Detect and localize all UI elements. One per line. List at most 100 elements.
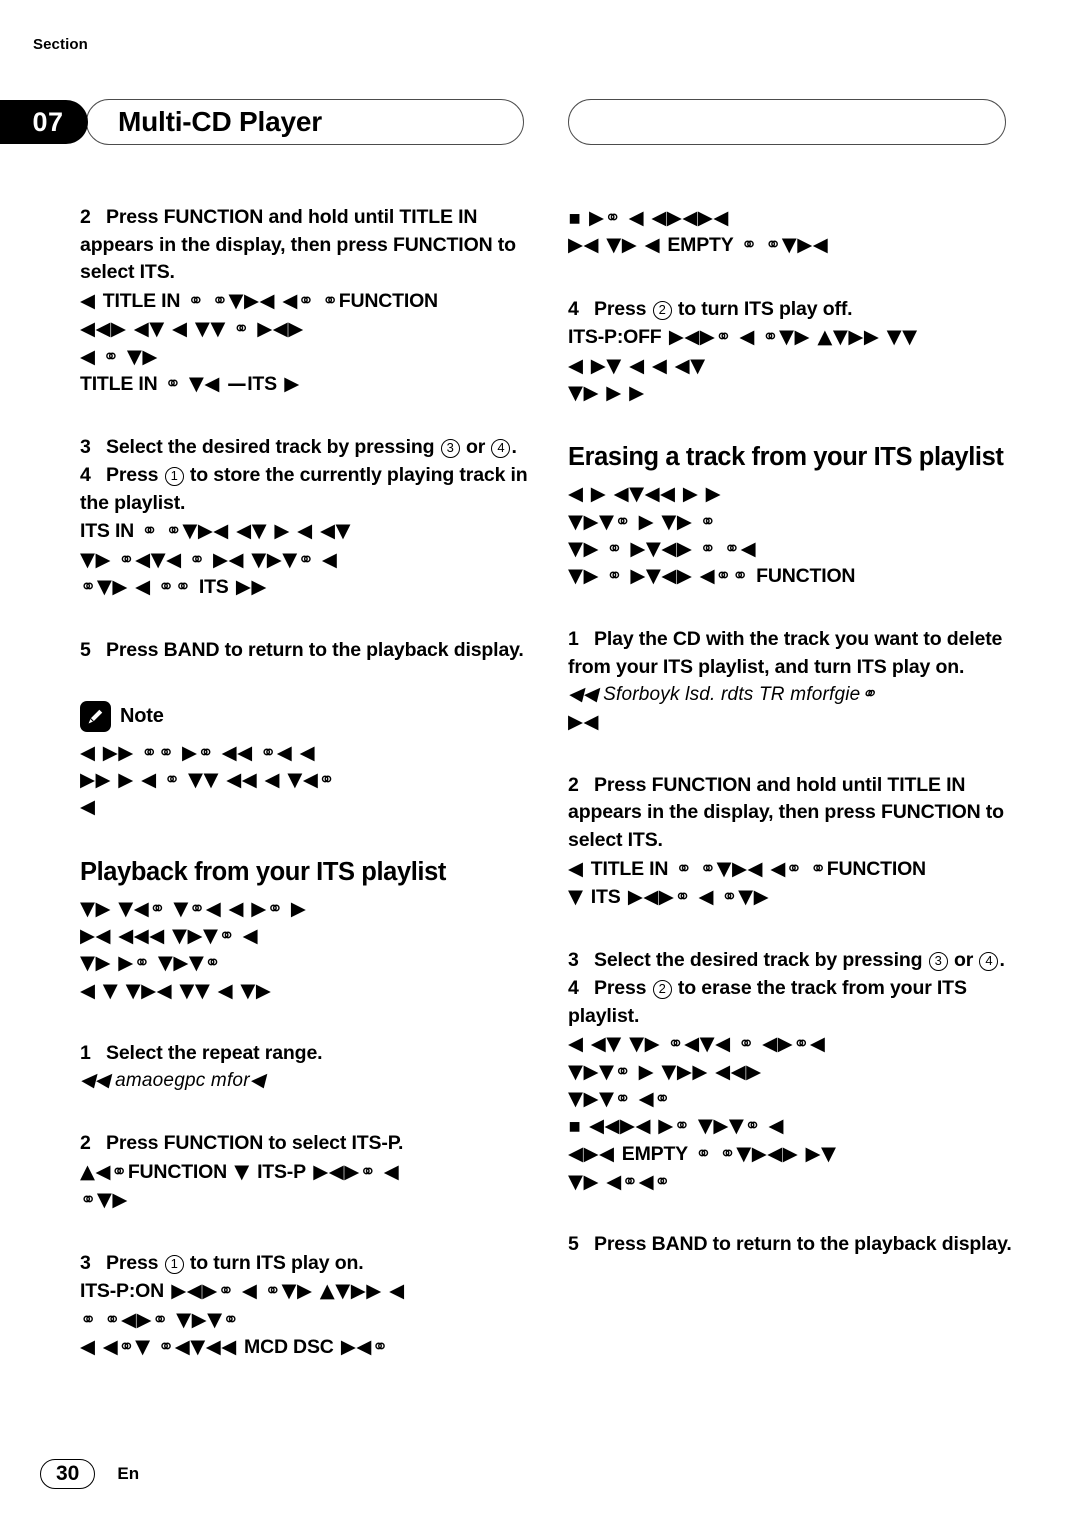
glyph-line: ▼▶▼⚭ ▶ ▼▶▶ ◀◀▶: [568, 1059, 762, 1083]
instruction-step: 3 Select the desired track by pressing 3 …: [568, 947, 1020, 975]
note-label: Note: [120, 704, 164, 727]
circled-number: 4: [979, 952, 999, 972]
glyph-line: ▶◀ ▼▶ ◀ EMPTY ⚭ ⚭▼▶◀: [568, 233, 829, 257]
instruction-step: 5 Press BAND to return to the playback di…: [568, 1231, 1020, 1259]
page-header: Section 07 Multi-CD Player: [0, 36, 1080, 145]
glyph-line: ▪ ▶⚭ ◀ ◀▶◀▶◀: [568, 206, 729, 229]
step-number: 3: [80, 436, 91, 459]
corrupted-glyph-block: ◀ TITLE IN ⚭ ⚭▼▶◀ ◀⚭ ⚭FUNCTION ◀◀▶ ◀▼ ◀ ▼…: [80, 287, 532, 398]
step-number: 4: [80, 463, 91, 486]
glyph-line: ◀ ▶ ◀▼◀◀ ▶ ▶: [568, 482, 722, 506]
instruction-step: 3 Select the desired track by pressing 3 …: [80, 434, 532, 462]
glyph-line: ▼▶ ◀⚭◀⚭: [568, 1169, 671, 1193]
corrupted-glyph-block: ITS-P:ON ▶◀▶⚭ ◀ ⚭▼▶ ▲▼▶▶ ◀ ⚭ ⚭◀▶⚭ ▼▶▼⚭ ◀ ◀…: [80, 1277, 532, 1361]
step-number: 2: [80, 206, 91, 228]
right-empty-pill: [568, 99, 1006, 145]
step-number: 1: [80, 1042, 91, 1065]
glyph-line: ▲◀⚭FUNCTION ▼ ITS-P ▶◀▶⚭ ◀: [80, 1160, 400, 1184]
step-number: 2: [80, 1132, 91, 1155]
step-number: 3: [568, 949, 579, 972]
glyph-line: ▶▶ ▶ ◀ ⚭ ▼▼ ◀◀ ◀ ▼◀⚭: [80, 768, 336, 792]
note-callout: Note: [80, 700, 532, 732]
step-text: Select the repeat range.: [106, 1042, 323, 1065]
italic-caption: ◀◀ Sforboyk lsd. rdts TR mforfgie⚭: [568, 683, 877, 705]
circled-number: 2: [652, 300, 672, 320]
section-number: 07: [32, 106, 64, 137]
corrupted-glyph-block: ▶◀: [568, 708, 1020, 735]
step-text: Press 2 to erase the track from your ITS…: [568, 977, 967, 1027]
instruction-step: 2 Press FUNCTION to select ITS-P.: [80, 1130, 532, 1158]
step-number: 3: [80, 1251, 91, 1274]
pencil-icon: [80, 700, 111, 732]
corrupted-glyph-block: ◀ ▶▶ ⚭⚭ ▶⚭ ◀◀ ⚭◀ ◀ ▶▶ ▶ ◀ ⚭ ▼▼ ◀◀ ◀ ▼◀⚭ ◀: [80, 739, 532, 821]
italic-caption: ◀◀ amaoegpc mfor◀: [80, 1069, 265, 1091]
glyph-line: ▼▶ ⚭ ▶▼◀▶ ⚭ ⚭◀: [568, 536, 757, 560]
glyph-line: ⚭▼▶: [80, 1188, 128, 1212]
glyph-line: ◀◀▶ ◀▼ ◀ ▼▼ ⚭ ▶◀▶: [80, 317, 304, 341]
page-number: 30: [40, 1459, 96, 1490]
glyph-line: ▼▶ ▶ ▶: [568, 380, 645, 404]
circled-number: 2: [652, 980, 672, 1000]
corrupted-glyph-block: ◀ ◀▼ ▼▶ ⚭◀▼◀ ⚭ ◀▶⚭◀ ▼▶▼⚭ ▶ ▼▶▶ ◀◀▶ ▼▶▼⚭ …: [568, 1030, 1020, 1195]
section-number-tab: 07: [0, 100, 88, 144]
instruction-step: 2 Press FUNCTION and hold until TITLE IN …: [568, 772, 1020, 855]
glyph-line: ITS-P:OFF ▶◀▶⚭ ◀ ⚭▼▶ ▲▼▶▶ ▼▼: [568, 325, 918, 349]
step-text: Select the desired track by pressing 3 o…: [106, 436, 517, 459]
circled-number: 3: [928, 952, 948, 972]
glyph-line: ▶◀: [568, 710, 599, 734]
left-column: 2 Press FUNCTION and hold until TITLE IN …: [80, 204, 532, 1361]
step-number: 2: [568, 773, 579, 796]
glyph-line: ▶◀ ◀◀◀ ▼▶▼⚭ ◀: [80, 924, 259, 948]
glyph-line: ▼▶▼⚭ ▶ ▼▶ ⚭: [568, 509, 717, 533]
glyph-line: ITS IN ⚭ ⚭▼▶◀ ◀▼ ▶ ◀ ◀▼: [80, 519, 351, 543]
page-footer: 30 En: [40, 1459, 140, 1490]
corrupted-glyph-block: ◀ TITLE IN ⚭ ⚭▼▶◀ ◀⚭ ⚭FUNCTION ▼ ITS ▶◀▶⚭…: [568, 855, 1020, 912]
glyph-line: TITLE IN ⚭ ▼◀ —ITS ▶: [80, 371, 300, 395]
glyph-line: ▼▶ ▼◀⚭ ▼⚭◀ ◀ ▶⚭ ▶: [80, 896, 307, 920]
step-text: Press BAND to return to the playback dis…: [594, 1233, 1012, 1256]
glyph-line: ITS-P:ON ▶◀▶⚭ ◀ ⚭▼▶ ▲▼▶▶ ◀: [80, 1279, 405, 1303]
instruction-step: 2 Press FUNCTION and hold until TITLE IN …: [80, 204, 532, 287]
corrupted-glyph-block: ▲◀⚭FUNCTION ▼ ITS-P ▶◀▶⚭ ◀ ⚭▼▶: [80, 1158, 532, 1214]
step-text: Play the CD with the track you want to d…: [568, 628, 1003, 679]
manual-page: Section 07 Multi-CD Player 2 Press FUNCTI…: [0, 0, 1080, 1529]
step-number: 4: [568, 977, 579, 1000]
step-text: Press 1 to store the currently playing t…: [80, 463, 528, 514]
section-heading: Erasing a track from your ITS playlist: [568, 443, 1004, 472]
glyph-line: ◀ ▶▼ ◀ ◀ ◀▼: [568, 353, 706, 377]
step-text: Press FUNCTION to select ITS-P.: [106, 1132, 404, 1155]
step-number: 5: [568, 1233, 579, 1256]
glyph-line: ▼▶ ▶⚭ ▼▶▼⚭: [80, 951, 222, 975]
step-text: Press 1 to turn ITS play on.: [106, 1251, 364, 1274]
instruction-step: 3 Press 1 to turn ITS play on.: [80, 1250, 532, 1278]
corrupted-glyph-block: ITS-P:OFF ▶◀▶⚭ ◀ ⚭▼▶ ▲▼▶▶ ▼▼ ◀ ▶▼ ◀ ◀ ◀▼ ▼…: [568, 323, 1020, 406]
circled-number: 1: [164, 1254, 184, 1274]
circled-number: 3: [440, 439, 460, 459]
glyph-line: ◀ ⚭ ▼▶: [80, 344, 158, 368]
glyph-line: ◀ TITLE IN ⚭ ⚭▼▶◀ ◀⚭ ⚭FUNCTION: [80, 289, 438, 313]
corrupted-glyph-block: ▼▶ ▼◀⚭ ▼⚭◀ ◀ ▶⚭ ▶ ▶◀ ◀◀◀ ▼▶▼⚭ ◀ ▼▶ ▶⚭ ▼▶▼…: [80, 895, 532, 1004]
step-number: 4: [568, 297, 579, 320]
step-text: Press FUNCTION and hold until TITLE IN a…: [568, 773, 1004, 852]
glyph-line: ⚭▼▶ ◀ ⚭⚭ ITS ▶▶: [80, 574, 267, 598]
step-number: 1: [568, 628, 579, 651]
glyph-line: ◀ ▶▶ ⚭⚭ ▶⚭ ◀◀ ⚭◀ ◀: [80, 740, 316, 764]
glyph-line: ◀ ◀⚭▼ ⚭◀▼◀◀ MCD DSC ▶◀⚭: [80, 1334, 389, 1358]
language-code: En: [117, 1464, 140, 1484]
glyph-line: ◀▶◀ EMPTY ⚭ ⚭▼▶◀▶ ▶▼: [568, 1141, 837, 1165]
corrupted-glyph-block: ▪ ▶⚭ ◀ ◀▶◀▶◀ ▶◀ ▼▶ ◀ EMPTY ⚭ ⚭▼▶◀: [568, 204, 1020, 260]
glyph-line: ▼▶ ⚭ ▶▼◀▶ ◀⚭⚭ FUNCTION: [568, 564, 856, 588]
